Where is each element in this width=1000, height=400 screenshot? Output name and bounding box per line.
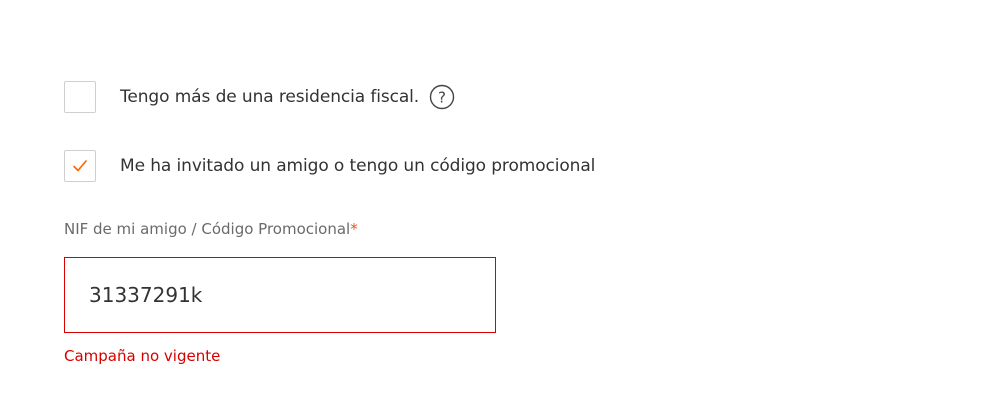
fiscal-residence-option: Tengo más de una residencia fiscal. ? — [64, 81, 455, 113]
fiscal-residence-checkbox[interactable] — [64, 81, 96, 113]
promo-checkbox[interactable] — [64, 150, 96, 182]
promo-option: Me ha invitado un amigo o tengo un códig… — [64, 150, 595, 182]
promo-code-input[interactable] — [64, 257, 496, 333]
promo-code-error: Campaña no vigente — [64, 347, 221, 365]
promo-label[interactable]: Me ha invitado un amigo o tengo un códig… — [120, 156, 595, 176]
promo-code-label-text: NIF de mi amigo / Código Promocional — [64, 220, 351, 238]
question-circle-icon[interactable]: ? — [429, 84, 455, 110]
svg-text:?: ? — [438, 89, 446, 107]
required-mark: * — [350, 220, 358, 238]
promo-code-field-label: NIF de mi amigo / Código Promocional* — [64, 220, 358, 238]
fiscal-residence-label[interactable]: Tengo más de una residencia fiscal. — [120, 87, 419, 107]
checkmark-icon — [73, 160, 87, 172]
